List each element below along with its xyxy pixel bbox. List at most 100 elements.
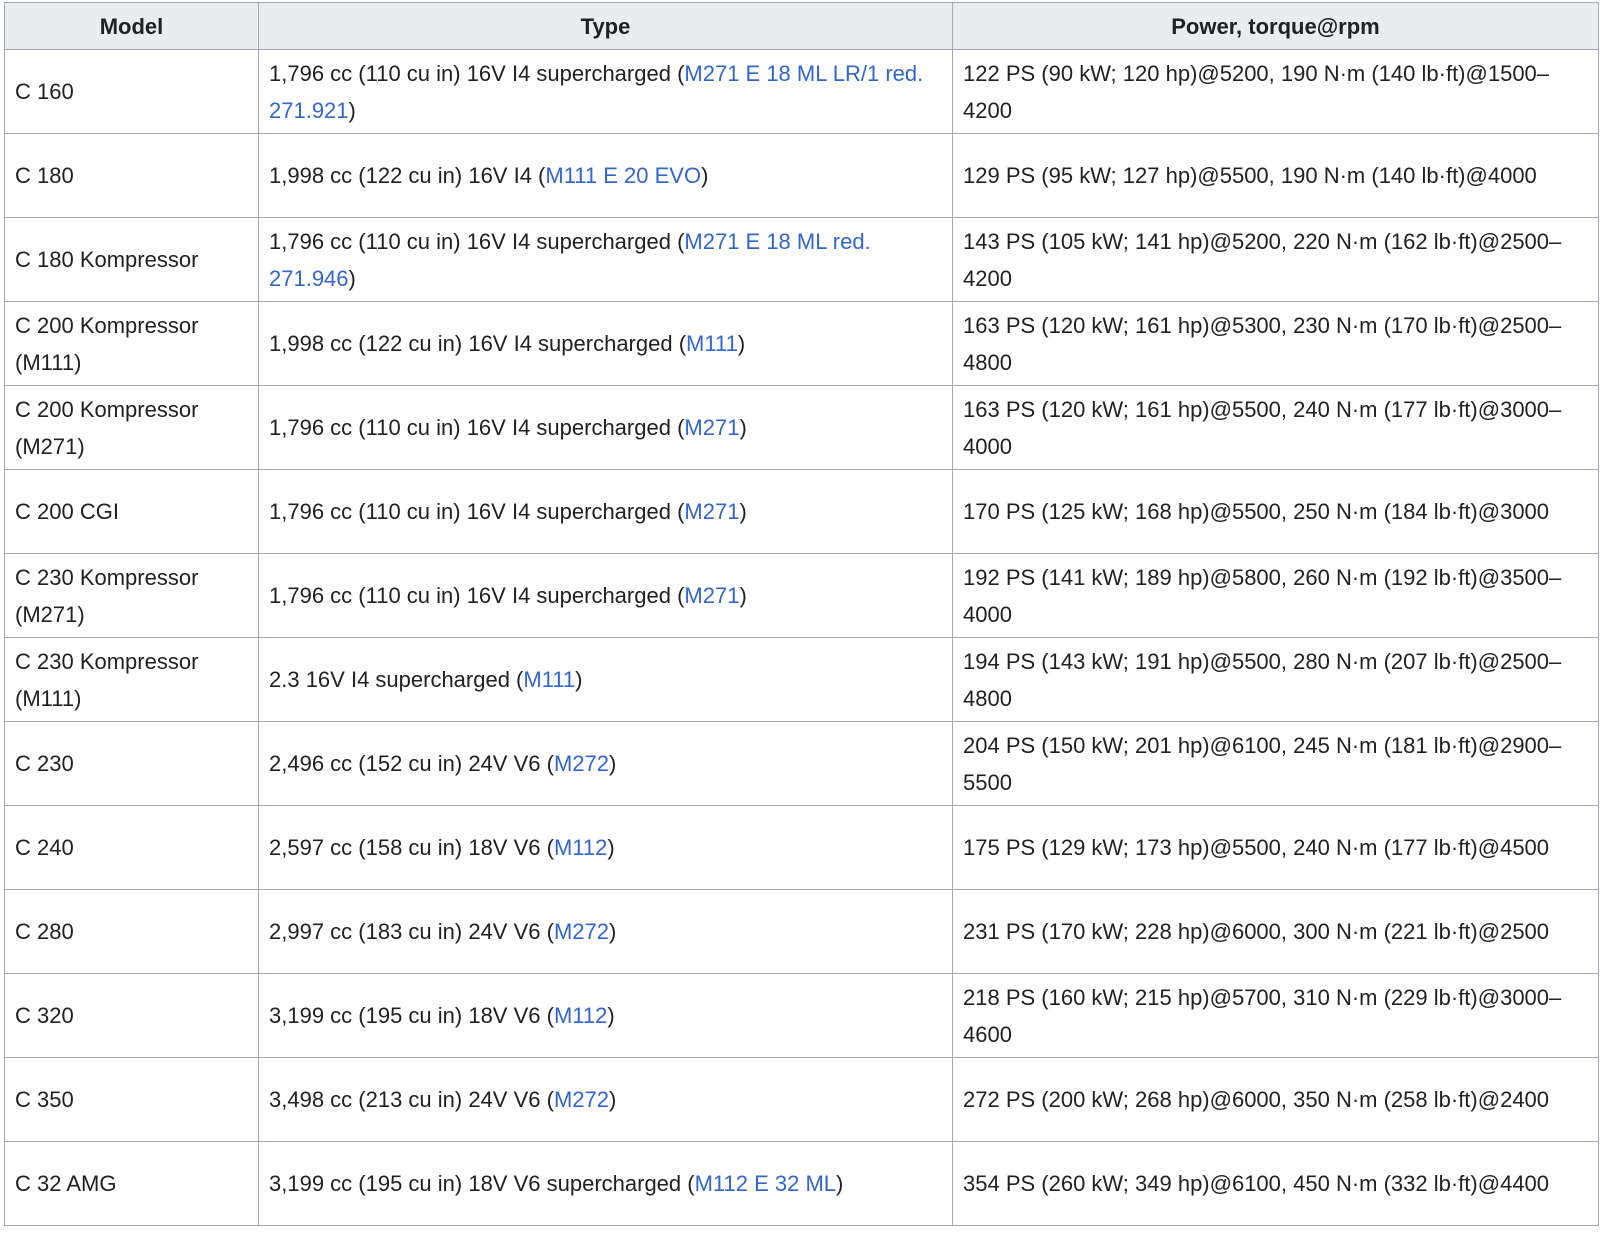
type-text: 3,498 cc (213 cu in) 24V V6 ( — [269, 1087, 554, 1112]
table-body: C 160 1,796 cc (110 cu in) 16V I4 superch… — [4, 49, 1599, 1226]
type-text: 2,496 cc (152 cu in) 24V V6 ( — [269, 751, 554, 776]
table-row: C 32 AMG 3,199 cc (195 cu in) 18V V6 supe… — [4, 1141, 1599, 1226]
power-torque-cell: 194 PS (143 kW; 191 hp)@5500, 280 N·m (2… — [952, 637, 1599, 722]
type-text-suffix: ) — [575, 667, 583, 692]
power-torque-cell: 204 PS (150 kW; 201 hp)@6100, 245 N·m (1… — [952, 721, 1599, 806]
type-cell: 2,597 cc (158 cu in) 18V V6 (M112) — [258, 805, 953, 890]
engine-code-link[interactable]: M271 — [684, 583, 739, 608]
type-cell: 1,796 cc (110 cu in) 16V I4 supercharged… — [258, 469, 953, 554]
power-torque-cell: 231 PS (170 kW; 228 hp)@6000, 300 N·m (2… — [952, 889, 1599, 974]
engine-code-link[interactable]: M272 — [554, 751, 609, 776]
table-row: C 200 Kompressor (M111) 1,998 cc (122 cu … — [4, 301, 1599, 386]
type-text: 1,796 cc (110 cu in) 16V I4 supercharged… — [269, 228, 685, 254]
model-cell: C 200 Kompressor (M271) — [4, 385, 259, 470]
type-cell: 1,796 cc (110 cu in) 16V I4 supercharged… — [258, 385, 953, 470]
engine-code-link[interactable]: M111 — [523, 667, 575, 692]
power-torque-cell: 122 PS (90 kW; 120 hp)@5200, 190 N·m (14… — [952, 49, 1599, 134]
power-torque-cell: 192 PS (141 kW; 189 hp)@5800, 260 N·m (1… — [952, 553, 1599, 638]
model-cell: C 180 Kompressor — [4, 217, 259, 302]
model-cell: C 240 — [4, 805, 259, 890]
type-cell: 1,796 cc (110 cu in) 16V I4 supercharged… — [258, 553, 953, 638]
header-model: Model — [4, 2, 259, 50]
type-cell: 1,796 cc (110 cu in) 16V I4 supercharged… — [258, 49, 953, 134]
type-cell: 3,498 cc (213 cu in) 24V V6 (M272) — [258, 1057, 953, 1142]
model-cell: C 230 Kompressor (M111) — [4, 637, 259, 722]
engine-specs-table: Model Type Power, torque@rpm C 160 1,796 … — [4, 2, 1599, 1226]
engine-code-link[interactable]: M271 — [684, 415, 739, 440]
type-text-suffix: ) — [348, 97, 356, 123]
type-text: 1,796 cc (110 cu in) 16V I4 supercharged… — [269, 583, 685, 608]
header-power-torque: Power, torque@rpm — [952, 2, 1599, 50]
type-text-suffix: ) — [737, 331, 746, 356]
model-cell: C 200 Kompressor (M111) — [4, 301, 259, 386]
table-row: C 320 3,199 cc (195 cu in) 18V V6 (M112) 2… — [4, 973, 1599, 1058]
table-header: Model Type Power, torque@rpm — [4, 2, 1599, 50]
model-cell: C 200 CGI — [4, 469, 259, 554]
type-text: 3,199 cc (195 cu in) 18V V6 ( — [269, 1003, 554, 1028]
type-cell: 2.3 16V I4 supercharged (M111) — [258, 637, 953, 722]
table-row: C 280 2,997 cc (183 cu in) 24V V6 (M272) 2… — [4, 889, 1599, 974]
model-cell: C 320 — [4, 973, 259, 1058]
type-cell: 3,199 cc (195 cu in) 18V V6 supercharged… — [258, 1141, 953, 1226]
type-text-suffix: ) — [739, 415, 747, 440]
type-text: 1,796 cc (110 cu in) 16V I4 supercharged… — [269, 499, 685, 524]
type-text: 1,998 cc (122 cu in) 16V I4 ( — [269, 163, 546, 188]
table-row: C 180 Kompressor 1,796 cc (110 cu in) 16V… — [4, 217, 1599, 302]
engine-code-link[interactable]: M112 — [554, 835, 607, 860]
type-text: 2.3 16V I4 supercharged ( — [269, 667, 524, 692]
type-cell: 1,998 cc (122 cu in) 16V I4 (M111 E 20 E… — [258, 133, 953, 218]
type-cell: 1,796 cc (110 cu in) 16V I4 supercharged… — [258, 217, 953, 302]
model-cell: C 32 AMG — [4, 1141, 259, 1226]
type-text-suffix: ) — [836, 1171, 844, 1196]
power-torque-cell: 163 PS (120 kW; 161 hp)@5500, 240 N·m (1… — [952, 385, 1599, 470]
power-torque-cell: 143 PS (105 kW; 141 hp)@5200, 220 N·m (1… — [952, 217, 1599, 302]
engine-code-link[interactable]: M111 — [686, 331, 738, 356]
header-row: Model Type Power, torque@rpm — [4, 2, 1599, 50]
header-type: Type — [258, 2, 953, 50]
model-cell: C 230 — [4, 721, 259, 806]
engine-code-link[interactable]: M272 — [554, 1087, 609, 1112]
type-text: 1,796 cc (110 cu in) 16V I4 supercharged… — [269, 60, 685, 86]
type-text-suffix: ) — [739, 583, 747, 608]
engine-code-link[interactable]: M111 E 20 EVO — [545, 163, 701, 188]
engine-code-link[interactable]: M271 — [684, 499, 739, 524]
model-cell: C 280 — [4, 889, 259, 974]
model-cell: C 180 — [4, 133, 259, 218]
type-text-suffix: ) — [607, 1003, 615, 1028]
model-cell: C 350 — [4, 1057, 259, 1142]
type-text: 1,998 cc (122 cu in) 16V I4 supercharged… — [269, 331, 687, 356]
type-text-suffix: ) — [607, 835, 615, 860]
type-text: 2,597 cc (158 cu in) 18V V6 ( — [269, 835, 554, 860]
type-text-suffix: ) — [608, 1087, 617, 1112]
table-row: C 230 Kompressor (M271) 1,796 cc (110 cu … — [4, 553, 1599, 638]
table-row: C 200 CGI 1,796 cc (110 cu in) 16V I4 sup… — [4, 469, 1599, 554]
engine-code-link[interactable]: M272 — [554, 919, 609, 944]
power-torque-cell: 272 PS (200 kW; 268 hp)@6000, 350 N·m (2… — [952, 1057, 1599, 1142]
power-torque-cell: 175 PS (129 kW; 173 hp)@5500, 240 N·m (1… — [952, 805, 1599, 890]
engine-code-link[interactable]: M112 E 32 ML — [695, 1171, 836, 1196]
table-row: C 350 3,498 cc (213 cu in) 24V V6 (M272) 2… — [4, 1057, 1599, 1142]
power-torque-cell: 354 PS (260 kW; 349 hp)@6100, 450 N·m (3… — [952, 1141, 1599, 1226]
table-row: C 200 Kompressor (M271) 1,796 cc (110 cu … — [4, 385, 1599, 470]
engine-code-link[interactable]: M112 — [554, 1003, 607, 1028]
table-row: C 160 1,796 cc (110 cu in) 16V I4 superch… — [4, 49, 1599, 134]
model-cell: C 230 Kompressor (M271) — [4, 553, 259, 638]
type-cell: 3,199 cc (195 cu in) 18V V6 (M112) — [258, 973, 953, 1058]
type-text-suffix: ) — [348, 265, 356, 291]
type-text-suffix: ) — [608, 751, 617, 776]
power-torque-cell: 163 PS (120 kW; 161 hp)@5300, 230 N·m (1… — [952, 301, 1599, 386]
power-torque-cell: 218 PS (160 kW; 215 hp)@5700, 310 N·m (2… — [952, 973, 1599, 1058]
type-text: 3,199 cc (195 cu in) 18V V6 supercharged… — [269, 1171, 695, 1196]
type-cell: 2,496 cc (152 cu in) 24V V6 (M272) — [258, 721, 953, 806]
power-torque-cell: 129 PS (95 kW; 127 hp)@5500, 190 N·m (14… — [952, 133, 1599, 218]
model-cell: C 160 — [4, 49, 259, 134]
power-torque-cell: 170 PS (125 kW; 168 hp)@5500, 250 N·m (1… — [952, 469, 1599, 554]
type-cell: 2,997 cc (183 cu in) 24V V6 (M272) — [258, 889, 953, 974]
table-row: C 230 Kompressor (M111) 2.3 16V I4 superc… — [4, 637, 1599, 722]
type-text: 2,997 cc (183 cu in) 24V V6 ( — [269, 919, 554, 944]
type-text-suffix: ) — [608, 919, 617, 944]
type-text-suffix: ) — [701, 163, 709, 188]
type-text: 1,796 cc (110 cu in) 16V I4 supercharged… — [269, 415, 685, 440]
table-row: C 230 2,496 cc (152 cu in) 24V V6 (M272) 2… — [4, 721, 1599, 806]
table-row: C 240 2,597 cc (158 cu in) 18V V6 (M112) 1… — [4, 805, 1599, 890]
